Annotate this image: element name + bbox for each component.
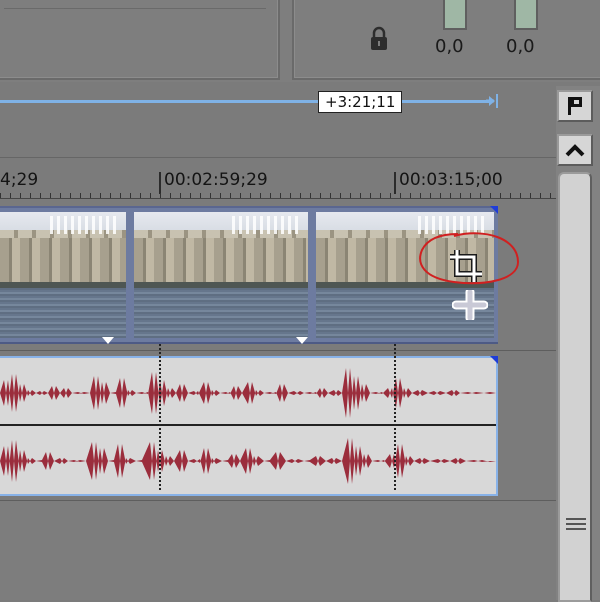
timeline-empty-area[interactable] bbox=[0, 500, 556, 600]
loop-region-bar[interactable] bbox=[0, 100, 492, 103]
marker-flag-icon bbox=[568, 97, 582, 115]
grip-lines-icon[interactable] bbox=[566, 514, 586, 534]
waveform-path bbox=[0, 438, 496, 484]
pan-crop-icon[interactable] bbox=[452, 290, 488, 320]
lock-icon[interactable] bbox=[368, 26, 390, 52]
marker-button[interactable] bbox=[557, 90, 593, 122]
meter-value-left: 0,0 bbox=[435, 36, 464, 57]
ruler-time-label: 00:03:15;00 bbox=[399, 170, 503, 190]
ruler-time-label: 4;29 bbox=[0, 170, 39, 190]
ruler-major-tick bbox=[394, 172, 396, 194]
top-panel: 0,0 0,0 bbox=[0, 0, 600, 82]
event-corner-handle[interactable] bbox=[490, 206, 498, 214]
marker-line bbox=[394, 344, 396, 490]
annotation-circle bbox=[419, 232, 520, 285]
audio-channel-divider bbox=[0, 424, 496, 426]
loop-end-arrow-icon[interactable] bbox=[486, 93, 498, 109]
track-header-box bbox=[0, 0, 280, 80]
marker-line bbox=[159, 344, 161, 490]
meter-value-right: 0,0 bbox=[506, 36, 535, 57]
video-thumbnail bbox=[134, 212, 308, 338]
scroll-up-button[interactable] bbox=[557, 134, 593, 166]
audio-waveform-top bbox=[0, 368, 496, 418]
video-thumbnail bbox=[0, 212, 126, 338]
audio-waveform-bottom bbox=[0, 438, 496, 484]
frame-marker-icon bbox=[102, 337, 114, 344]
frame-marker-icon bbox=[296, 337, 308, 344]
ruler-major-tick bbox=[159, 172, 161, 194]
scrollbar-thumb[interactable] bbox=[558, 172, 592, 602]
ruler-time-label: 00:02:59;29 bbox=[164, 170, 268, 190]
waveform-path bbox=[0, 368, 496, 418]
volume-meter-right bbox=[514, 0, 538, 30]
chevron-up-icon bbox=[565, 144, 585, 157]
volume-meter-left bbox=[443, 0, 467, 30]
loop-length-label: +3:21;11 bbox=[318, 91, 403, 113]
